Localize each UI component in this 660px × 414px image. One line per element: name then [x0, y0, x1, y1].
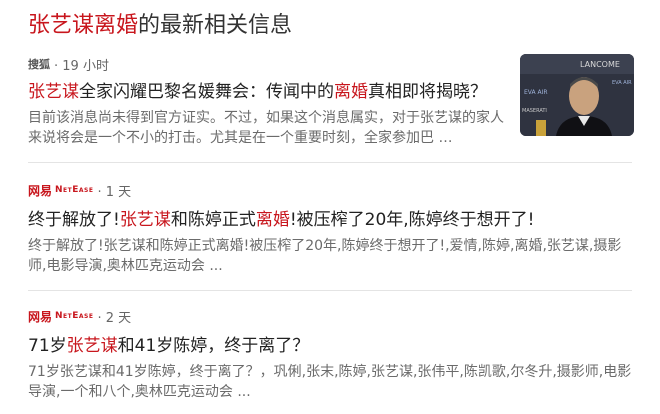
banner-text: EVA AIR: [612, 80, 632, 86]
result-time: · 1 天: [97, 184, 132, 200]
result-source: 网易 NetEase · 2 天: [28, 306, 632, 326]
title-highlight[interactable]: 离婚: [334, 82, 368, 102]
result-title-link[interactable]: 终于解放了!张艺谋和陈婷正式离婚!被压榨了20年,陈婷终于想开了!: [28, 208, 632, 232]
result-source: 搜狐 · 19 小时: [28, 54, 514, 74]
title-text[interactable]: 和41岁陈婷，终于离了？: [118, 336, 310, 356]
title-text[interactable]: 全家闪耀巴黎名媛舞会：传闻中的: [79, 82, 334, 102]
result-thumbnail[interactable]: LANCOME EVA AIR MASERATI EVA AIR: [520, 54, 634, 136]
title-text[interactable]: 71岁: [28, 336, 67, 356]
result-divider: [28, 290, 632, 291]
title-highlight[interactable]: 张艺谋: [120, 210, 171, 230]
title-text[interactable]: 真相即将揭晓？: [368, 82, 487, 102]
title-highlight[interactable]: 离婚: [256, 210, 290, 230]
banner-text: EVA AIR: [524, 89, 548, 96]
title-highlight[interactable]: 张艺谋: [28, 82, 79, 102]
news-result-3[interactable]: 网易 NetEase · 2 天 71岁张艺谋和41岁陈婷，终于离了？ 71岁张艺…: [28, 306, 632, 402]
result-time: · 19 小时: [54, 58, 109, 74]
news-result-1[interactable]: 搜狐 · 19 小时 张艺谋全家闪耀巴黎名媛舞会：传闻中的离婚真相即将揭晓？ 目…: [28, 54, 514, 148]
source-logo: 搜狐: [28, 56, 50, 72]
netease-logo: 网易 NetEase: [28, 308, 93, 325]
netease-logo: 网易 NetEase: [28, 182, 93, 199]
result-snippet: 终于解放了!张艺谋和陈婷正式离婚!被压榨了20年,陈婷终于想开了!,爱情,陈婷,…: [28, 238, 622, 274]
result-source: 网易 NetEase · 1 天: [28, 180, 632, 200]
thumbnail-image: LANCOME EVA AIR MASERATI EVA AIR: [520, 54, 634, 136]
banner-text: MASERATI: [522, 108, 547, 114]
heading-topic[interactable]: 张艺谋离婚: [28, 13, 138, 38]
search-results-panel: 张艺谋离婚的最新相关信息 搜狐 · 19 小时 张艺谋全家闪耀巴黎名媛舞会：传闻…: [0, 0, 660, 414]
title-text[interactable]: !被压榨了20年,陈婷终于想开了!: [290, 210, 535, 230]
logo-en: NetEase: [55, 185, 94, 195]
news-result-2[interactable]: 网易 NetEase · 1 天 终于解放了!张艺谋和陈婷正式离婚!被压榨了20年…: [28, 180, 632, 276]
title-highlight[interactable]: 张艺谋: [67, 336, 118, 356]
banner-text: LANCOME: [580, 60, 620, 69]
result-snippet: 71岁张艺谋和41岁陈婷，终于离了？，巩俐,张末,陈婷,张艺谋,张伟平,陈凯歌,…: [28, 364, 632, 400]
result-title-link[interactable]: 71岁张艺谋和41岁陈婷，终于离了？: [28, 334, 632, 358]
logo-en: NetEase: [55, 311, 94, 321]
logo-cn: 网易: [28, 309, 53, 324]
title-text[interactable]: 终于解放了!: [28, 210, 120, 230]
result-time: · 2 天: [97, 310, 132, 326]
title-text[interactable]: 和陈婷正式: [171, 210, 256, 230]
section-heading[interactable]: 张艺谋离婚的最新相关信息: [28, 8, 292, 44]
result-title-link[interactable]: 张艺谋全家闪耀巴黎名媛舞会：传闻中的离婚真相即将揭晓？: [28, 80, 514, 104]
heading-suffix: 的最新相关信息: [138, 13, 293, 38]
source-logo-text: 搜狐: [28, 58, 50, 71]
logo-cn: 网易: [28, 183, 53, 198]
result-snippet: 目前该消息尚未得到官方证实。不过，如果这个消息属实，对于张艺谋的家人来说将会是一…: [28, 110, 504, 146]
result-divider: [28, 162, 632, 163]
